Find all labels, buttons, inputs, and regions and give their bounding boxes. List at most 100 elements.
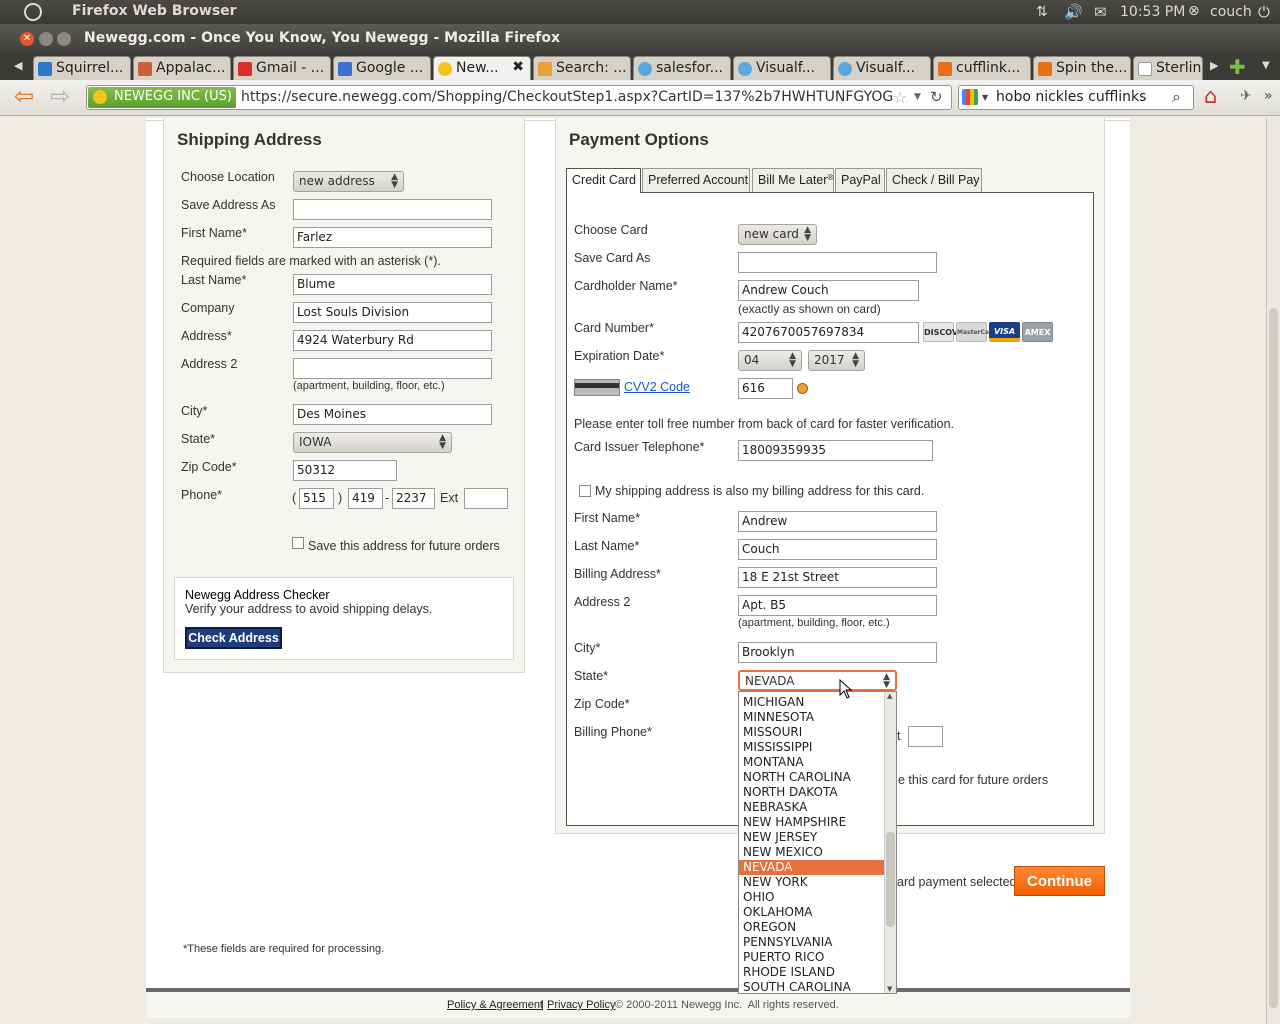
new-tab-icon[interactable]: ✚ <box>1229 55 1246 79</box>
ubuntu-logo-icon[interactable] <box>24 3 42 21</box>
billing-ext-input[interactable] <box>908 726 943 747</box>
addon-icon[interactable]: ✈ <box>1240 88 1252 104</box>
state-option[interactable]: RHODE ISLAND <box>739 965 885 980</box>
user-status-icon[interactable]: ⊗ <box>1188 3 1200 19</box>
state-option[interactable]: PUERTO RICO <box>739 950 885 965</box>
state-option[interactable]: PENNSYLVANIA <box>739 935 885 950</box>
save-address-as-input[interactable] <box>293 199 492 220</box>
state-dropdown-list[interactable]: MICHIGAN MINNESOTA MISSOURI MISSISSIPPI MONT… <box>738 691 897 994</box>
close-tab-icon[interactable]: ✖ <box>512 59 524 75</box>
tab-paypal[interactable]: PayPal <box>835 168 885 192</box>
tab-appalachian[interactable]: Appalac... <box>133 56 231 80</box>
home-icon[interactable]: ⌂ <box>1204 84 1217 108</box>
search-engine-dropdown-icon[interactable]: ▼ <box>982 93 988 102</box>
tab-bill-me-later[interactable]: Bill Me Later® <box>752 168 834 192</box>
dropdown-scroll-down-icon[interactable]: ▼ <box>887 985 892 993</box>
exp-year-select[interactable]: 2017 ▲ ▼ <box>808 350 865 371</box>
tab-scroll-right-icon[interactable]: ▶ <box>1210 59 1218 72</box>
state-option[interactable]: MINNESOTA <box>739 710 885 725</box>
url-text[interactable]: https://secure.newegg.com/Shopping/Check… <box>241 89 893 105</box>
zip-input[interactable]: 50312 <box>293 460 397 481</box>
check-address-button[interactable]: Check Address <box>185 627 282 649</box>
state-option[interactable]: NEBRASKA <box>739 800 885 815</box>
state-option[interactable]: NEVADA <box>739 860 885 875</box>
state-option[interactable]: NORTH DAKOTA <box>739 785 885 800</box>
issuer-phone-input[interactable]: 18009359935 <box>738 440 933 461</box>
state-option[interactable]: NEW JERSEY <box>739 830 885 845</box>
state-select[interactable]: IOWA ▲ ▼ <box>293 432 452 453</box>
cvv-input[interactable]: 616 <box>738 378 793 399</box>
exp-month-select[interactable]: 04 ▲ ▼ <box>738 350 802 371</box>
list-tabs-icon[interactable]: ▼ <box>1262 60 1270 71</box>
tab-credit-card[interactable]: Credit Card <box>566 168 641 193</box>
tab-newegg[interactable]: New... ✖ <box>433 56 531 80</box>
toolbar-overflow-icon[interactable]: » <box>1264 88 1273 104</box>
tab-gmail[interactable]: Gmail - ... <box>233 56 331 80</box>
back-icon[interactable]: ⇦ <box>14 84 34 108</box>
tab-preferred-account[interactable]: Preferred Account <box>642 168 750 192</box>
tab-google-calendar[interactable]: Google ... <box>333 56 431 80</box>
network-icon[interactable]: ⇅ <box>1036 4 1048 20</box>
state-option[interactable]: MISSISSIPPI <box>739 740 885 755</box>
dropdown-scrollbar[interactable]: ▲ ▼ <box>884 692 896 993</box>
city-input[interactable]: Des Moines <box>293 404 492 425</box>
billing-address-input[interactable]: 18 E 21st Street <box>738 567 937 588</box>
cvv2-code-link[interactable]: CVV2 Code <box>624 380 690 394</box>
state-option[interactable]: MICHIGAN <box>739 695 885 710</box>
minimize-window-icon[interactable] <box>39 32 53 46</box>
search-engine-icon[interactable] <box>962 89 978 105</box>
dropdown-scroll-thumb[interactable] <box>886 832 895 927</box>
reload-icon[interactable]: ↻ <box>930 88 943 106</box>
tab-visualforce-1[interactable]: Visualf... <box>733 56 831 80</box>
tab-scroll-left-icon[interactable]: ◀ <box>14 59 22 72</box>
company-input[interactable]: Lost Souls Division <box>293 302 492 323</box>
maximize-window-icon[interactable] <box>57 32 71 46</box>
billing-first-name-input[interactable]: Andrew <box>738 511 937 532</box>
dropdown-scroll-up-icon[interactable]: ▲ <box>887 692 892 700</box>
tab-check-bill-pay[interactable]: Check / Bill Pay <box>886 168 982 192</box>
tab-search[interactable]: Search: ... <box>533 56 631 80</box>
close-window-icon[interactable]: ✕ <box>20 32 34 46</box>
state-option[interactable]: NEW MEXICO <box>739 845 885 860</box>
billing-address2-input[interactable]: Apt. B5 <box>738 595 937 616</box>
state-option[interactable]: NORTH CAROLINA <box>739 770 885 785</box>
cvv-help-icon[interactable] <box>797 383 808 394</box>
tab-squirrel[interactable]: Squirrel... <box>33 56 131 80</box>
forward-icon[interactable]: ⇨ <box>50 84 70 108</box>
search-input[interactable]: hobo nickles cufflinks <box>996 89 1146 105</box>
cardholder-input[interactable]: Andrew Couch <box>738 280 919 301</box>
save-address-checkbox[interactable] <box>292 537 304 549</box>
privacy-policy-link[interactable]: Privacy Policy <box>547 999 615 1011</box>
tab-salesforce[interactable]: salesfor... <box>633 56 731 80</box>
state-option[interactable]: MISSOURI <box>739 725 885 740</box>
state-option[interactable]: OKLAHOMA <box>739 905 885 920</box>
state-option[interactable]: NEW HAMPSHIRE <box>739 815 885 830</box>
power-icon[interactable]: ⏻ <box>1258 3 1270 21</box>
billing-last-name-input[interactable]: Couch <box>738 539 937 560</box>
address2-input[interactable] <box>293 358 492 379</box>
tab-visualforce-2[interactable]: Visualf... <box>833 56 931 80</box>
phone-line-input[interactable]: 2237 <box>392 488 435 509</box>
choose-location-select[interactable]: new address ▲ ▼ <box>293 171 404 192</box>
page-scrollbar[interactable] <box>1266 118 1280 1024</box>
save-card-as-input[interactable] <box>738 252 937 273</box>
state-option[interactable]: MONTANA <box>739 755 885 770</box>
card-number-input[interactable]: 4207670057697834 <box>738 322 919 343</box>
url-dropdown-icon[interactable]: ▼ <box>914 92 921 102</box>
choose-card-select[interactable]: new card ▲ ▼ <box>738 224 817 245</box>
tab-spin-the[interactable]: Spin the... <box>1033 56 1131 80</box>
clock[interactable]: 10:53 PM <box>1120 4 1185 20</box>
continue-button[interactable]: Continue <box>1014 866 1105 896</box>
phone-area-input[interactable]: 515 <box>299 488 334 509</box>
state-option[interactable]: OHIO <box>739 890 885 905</box>
last-name-input[interactable]: Blume <box>293 274 492 295</box>
bookmark-star-icon[interactable]: ☆ <box>893 88 907 107</box>
ext-input[interactable] <box>464 488 508 509</box>
tab-cufflinks[interactable]: cufflink... <box>933 56 1031 80</box>
state-option[interactable]: SOUTH CAROLINA <box>739 980 885 993</box>
billing-city-input[interactable]: Brooklyn <box>738 642 937 663</box>
state-option[interactable]: OREGON <box>739 920 885 935</box>
policy-agreement-link[interactable]: Policy & Agreement <box>447 999 543 1011</box>
state-option[interactable]: NEW YORK <box>739 875 885 890</box>
first-name-input[interactable]: Farlez <box>293 227 492 248</box>
